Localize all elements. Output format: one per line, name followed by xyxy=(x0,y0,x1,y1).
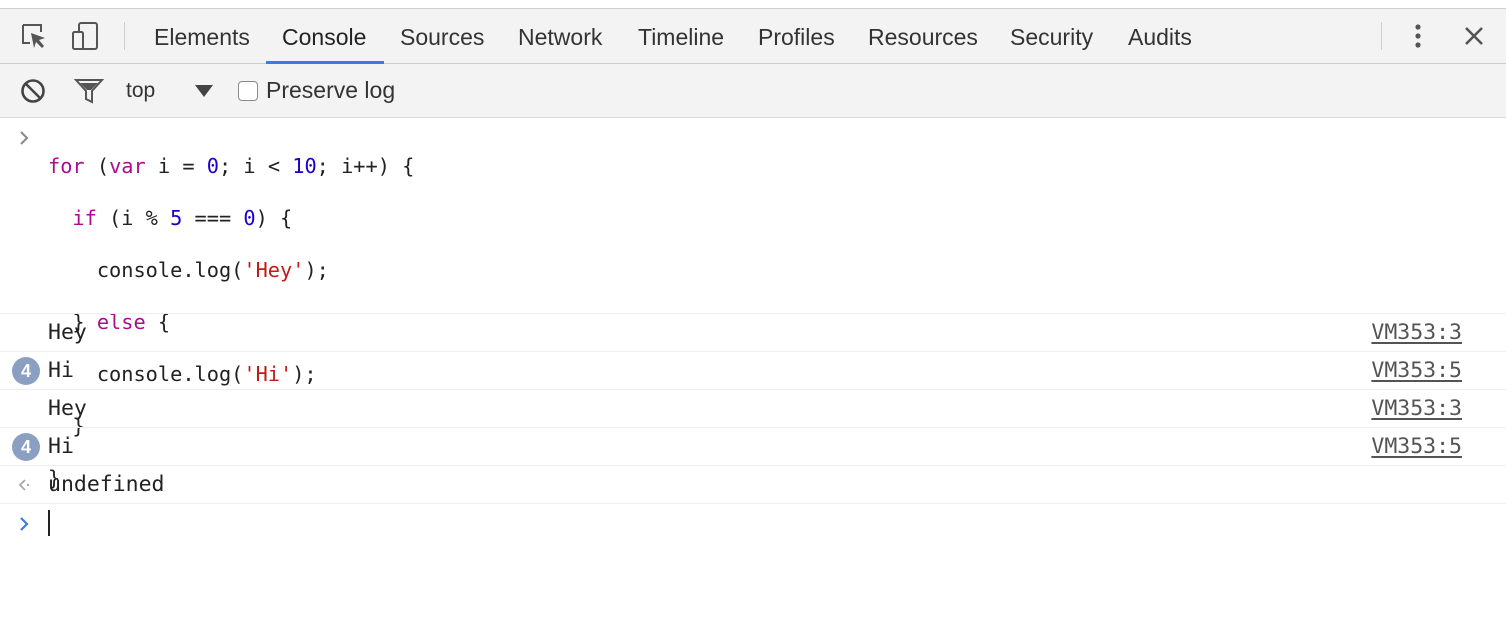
code-line: console.log('Hey'); xyxy=(48,257,414,283)
code-token: ( xyxy=(84,154,110,178)
log-message: Hi xyxy=(48,434,74,459)
tab-timeline[interactable]: Timeline xyxy=(638,9,724,63)
code-token: console.log( xyxy=(48,258,244,282)
code-line: for (var i = 0; i < 10; i++) { xyxy=(48,153,414,179)
tab-profiles[interactable]: Profiles xyxy=(758,9,835,63)
code-token: ) { xyxy=(255,206,293,230)
log-row: 4 Hi VM353:5 xyxy=(0,351,1506,389)
code-token: ; i < xyxy=(218,154,293,178)
log-message: Hi xyxy=(48,358,74,383)
console-prompt-row[interactable] xyxy=(0,503,1506,574)
toolbar-divider xyxy=(124,22,125,50)
result-arrow-icon xyxy=(16,477,32,497)
console-toolbar: top Preserve log xyxy=(0,64,1506,118)
dropdown-arrow-icon[interactable] xyxy=(194,64,214,117)
code-token: i = xyxy=(145,154,207,178)
preserve-log-checkbox[interactable] xyxy=(238,80,258,101)
log-message: Hey xyxy=(48,396,87,421)
inspect-element-icon[interactable] xyxy=(16,9,52,63)
tab-sources[interactable]: Sources xyxy=(400,9,484,63)
toolbar-divider-right xyxy=(1381,22,1382,50)
tab-elements[interactable]: Elements xyxy=(154,9,250,63)
tab-console[interactable]: Console xyxy=(282,9,366,63)
code-line: if (i % 5 === 0) { xyxy=(48,205,414,231)
more-options-icon[interactable] xyxy=(1404,9,1432,63)
number-token: 10 xyxy=(292,154,317,178)
tab-resources[interactable]: Resources xyxy=(868,9,978,63)
result-row: undefined xyxy=(0,465,1506,503)
filter-icon[interactable] xyxy=(74,64,104,117)
string-token: 'Hey' xyxy=(243,258,305,282)
code-token: (i % xyxy=(96,206,171,230)
log-source-link[interactable]: VM353:5 xyxy=(1371,428,1462,465)
context-selector[interactable]: top xyxy=(126,64,155,117)
log-source-link[interactable]: VM353:3 xyxy=(1371,314,1462,351)
prompt-chevron-icon xyxy=(18,516,30,537)
log-row: Hey VM353:3 xyxy=(0,389,1506,427)
tab-network[interactable]: Network xyxy=(518,9,602,63)
keyword-token: var xyxy=(109,154,146,178)
repeat-count-badge: 4 xyxy=(12,357,40,385)
context-label: top xyxy=(126,78,156,102)
log-message: Hey xyxy=(48,320,87,345)
devtools-tab-bar: Elements Console Sources Network Timelin… xyxy=(0,9,1506,64)
tab-security[interactable]: Security xyxy=(1010,9,1093,63)
result-value: undefined xyxy=(48,472,165,497)
code-token: === xyxy=(182,206,244,230)
close-icon[interactable] xyxy=(1458,9,1490,63)
number-token: 5 xyxy=(170,206,183,230)
number-token: 0 xyxy=(206,154,219,178)
log-source-link[interactable]: VM353:3 xyxy=(1371,390,1462,427)
code-token: ; i++) { xyxy=(316,154,415,178)
code-token: ); xyxy=(304,258,329,282)
input-chevron-icon xyxy=(18,130,30,151)
text-cursor xyxy=(48,510,50,536)
tab-audits[interactable]: Audits xyxy=(1128,9,1192,63)
log-row: 4 Hi VM353:5 xyxy=(0,427,1506,465)
clear-console-icon[interactable] xyxy=(20,64,46,117)
keyword-token: for xyxy=(48,154,85,178)
number-token: 0 xyxy=(243,206,256,230)
keyword-token: if xyxy=(72,206,97,230)
preserve-log-label: Preserve log xyxy=(266,77,396,103)
repeat-count-badge: 4 xyxy=(12,433,40,461)
log-source-link[interactable]: VM353:5 xyxy=(1371,352,1462,389)
log-row: Hey VM353:3 xyxy=(0,313,1506,351)
preserve-log-option[interactable]: Preserve log xyxy=(238,64,395,117)
device-mode-icon[interactable] xyxy=(68,9,104,63)
